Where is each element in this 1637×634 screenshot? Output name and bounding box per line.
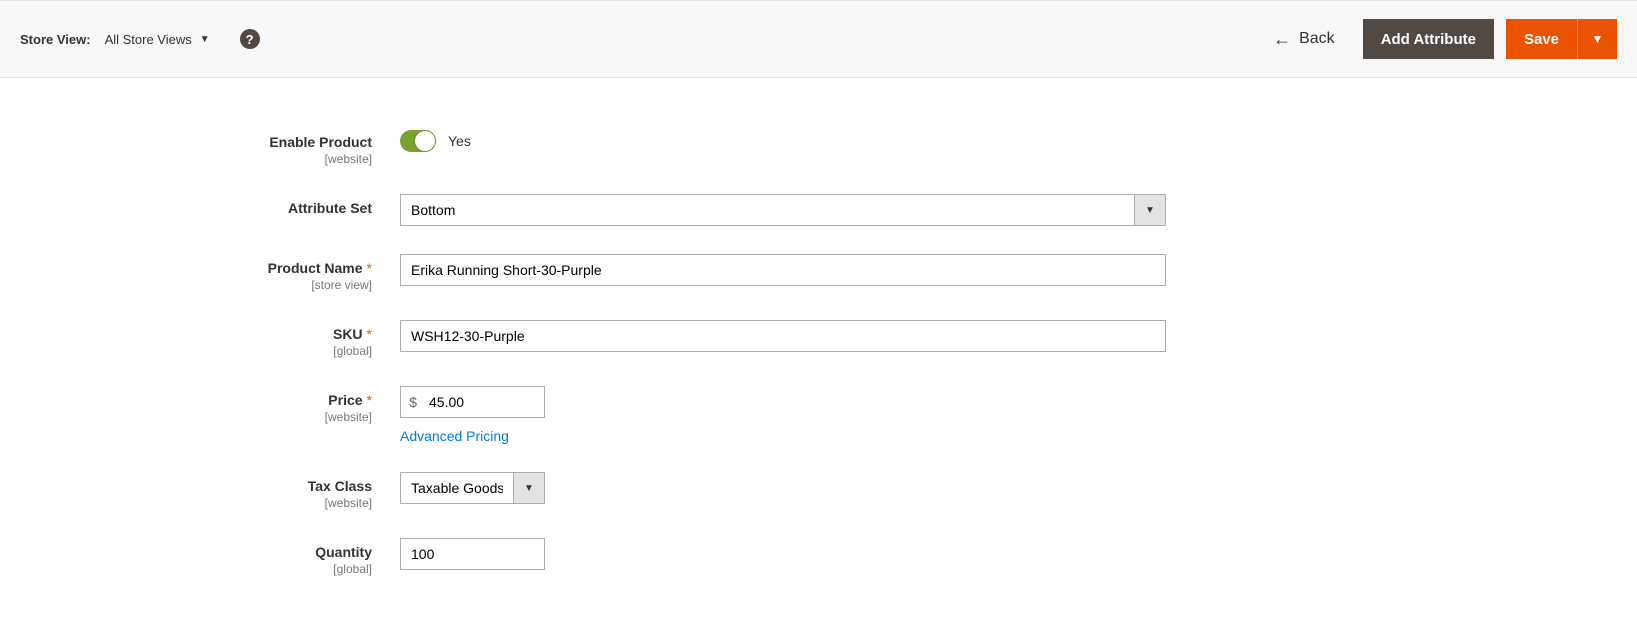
field-col: ▼ <box>400 194 1166 226</box>
field-col: Yes <box>400 128 1166 155</box>
back-button[interactable]: ← Back <box>1273 30 1335 48</box>
row-price: Price * [website] $ Advanced Pricing <box>0 386 1637 444</box>
enable-product-value: Yes <box>448 133 471 149</box>
store-view-label: Store View: <box>20 32 91 47</box>
store-view-value: All Store Views <box>105 32 192 47</box>
attribute-set-dropdown-toggle[interactable]: ▼ <box>1134 194 1166 226</box>
quantity-input[interactable] <box>400 538 545 570</box>
row-product-name: Product Name* [store view] <box>0 254 1637 292</box>
label-col: Tax Class [website] <box>0 472 400 510</box>
product-name-label-text: Product Name <box>268 260 363 276</box>
sku-scope: [global] <box>0 344 372 358</box>
help-icon[interactable]: ? <box>240 29 260 49</box>
page-toolbar: Store View: All Store Views ▼ ? ← Back A… <box>0 0 1637 78</box>
required-icon: * <box>367 260 372 276</box>
label-col: Price * [website] <box>0 386 400 424</box>
enable-product-toggle[interactable] <box>400 130 436 152</box>
price-label-text: Price <box>328 392 362 408</box>
field-col <box>400 254 1166 286</box>
enable-product-scope: [website] <box>0 152 372 166</box>
toggle-knob <box>415 131 435 151</box>
caret-down-icon: ▼ <box>1592 32 1604 46</box>
row-attribute-set: Attribute Set ▼ <box>0 194 1637 226</box>
label-col: Quantity [global] <box>0 538 400 576</box>
product-name-scope: [store view] <box>0 278 372 292</box>
sku-input[interactable] <box>400 320 1166 352</box>
store-view-switcher[interactable]: All Store Views ▼ <box>105 32 210 47</box>
price-input[interactable] <box>400 386 545 418</box>
row-tax-class: Tax Class [website] ▼ <box>0 472 1637 510</box>
back-label: Back <box>1299 30 1335 48</box>
save-button[interactable]: Save <box>1506 19 1577 59</box>
quantity-label: Quantity <box>0 544 372 560</box>
enable-product-toggle-wrap: Yes <box>400 128 471 152</box>
row-quantity: Quantity [global] <box>0 538 1637 576</box>
tax-class-label: Tax Class <box>0 478 372 494</box>
tax-class-dropdown-toggle[interactable]: ▼ <box>513 472 545 504</box>
tax-class-scope: [website] <box>0 496 372 510</box>
arrow-left-icon: ← <box>1273 30 1291 48</box>
label-col: Product Name* [store view] <box>0 254 400 292</box>
sku-label: SKU* <box>0 326 372 342</box>
field-col <box>400 538 1166 570</box>
required-icon: * <box>367 326 372 342</box>
caret-down-icon: ▼ <box>524 483 534 494</box>
label-col: SKU* [global] <box>0 320 400 358</box>
sku-label-text: SKU <box>333 326 363 342</box>
row-sku: SKU* [global] <box>0 320 1637 358</box>
product-name-input[interactable] <box>400 254 1166 286</box>
field-col <box>400 320 1166 352</box>
label-col: Attribute Set <box>0 194 400 216</box>
required-icon: * <box>367 392 372 408</box>
price-scope: [website] <box>0 410 372 424</box>
add-attribute-button[interactable]: Add Attribute <box>1363 19 1494 59</box>
save-options-toggle[interactable]: ▼ <box>1577 19 1617 59</box>
caret-down-icon: ▼ <box>1145 205 1155 216</box>
caret-down-icon: ▼ <box>200 34 210 45</box>
advanced-pricing-link[interactable]: Advanced Pricing <box>400 428 509 444</box>
product-form: Enable Product [website] Yes Attribute S… <box>0 78 1637 634</box>
field-col: $ Advanced Pricing <box>400 386 1166 444</box>
attribute-set-combo: ▼ <box>400 194 1166 226</box>
quantity-scope: [global] <box>0 562 372 576</box>
field-col: ▼ <box>400 472 1166 504</box>
price-input-wrap: $ <box>400 386 545 418</box>
price-label: Price * <box>0 392 372 408</box>
row-enable-product: Enable Product [website] Yes <box>0 128 1637 166</box>
product-name-label: Product Name* <box>0 260 372 276</box>
label-col: Enable Product [website] <box>0 128 400 166</box>
tax-class-select: ▼ <box>400 472 545 504</box>
enable-product-label: Enable Product <box>0 134 372 150</box>
attribute-set-input[interactable] <box>400 194 1134 226</box>
attribute-set-label: Attribute Set <box>0 200 372 216</box>
tax-class-value[interactable] <box>400 472 513 504</box>
